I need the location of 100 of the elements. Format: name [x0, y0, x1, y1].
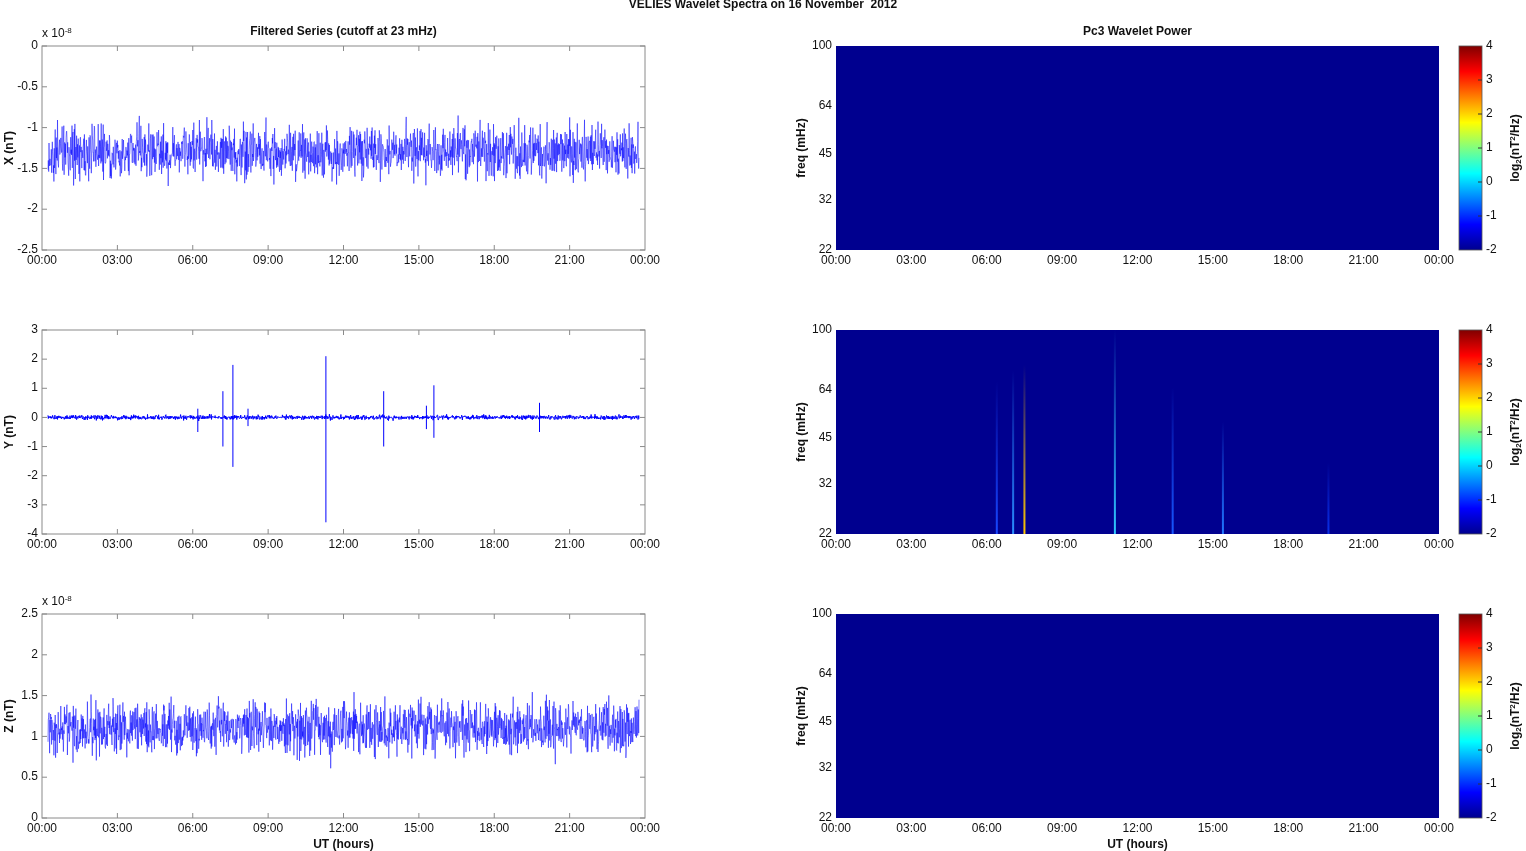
tick-label: -2 — [1486, 242, 1497, 257]
tick-label: 0 — [1486, 458, 1493, 473]
tick-label: 09:00 — [253, 253, 284, 268]
panel-title: Filtered Series (cutoff at 23 mHz) — [250, 24, 437, 39]
tick-label: 12:00 — [1122, 537, 1153, 552]
tick-label: -1.5 — [17, 160, 38, 175]
tick-label: -1 — [1486, 492, 1497, 507]
tick-label: 64 — [818, 382, 832, 397]
tick-label: -2 — [1486, 526, 1497, 541]
tick-label: 18:00 — [479, 537, 510, 552]
tick-label: 12:00 — [1122, 821, 1153, 836]
tick-label: 18:00 — [1273, 253, 1304, 268]
tick-label: 64 — [818, 98, 832, 113]
tick-label: -2 — [27, 201, 38, 216]
tick-label: 45 — [818, 429, 832, 444]
figure-title: VELIES Wavelet Spectra on 16 November 2012 — [628, 0, 898, 11]
tick-label: 2 — [1486, 390, 1493, 405]
tick-label: 00:00 — [27, 253, 57, 268]
tick-label: 0.5 — [21, 769, 38, 784]
tick-label: 06:00 — [177, 821, 208, 836]
tick-label: 32 — [818, 191, 832, 206]
tick-label: 1.5 — [21, 687, 38, 702]
tick-label: 00:00 — [630, 821, 660, 836]
tick-label: 3 — [1486, 640, 1493, 655]
axis-label: UT (hours) — [313, 837, 374, 851]
tick-label: -3 — [27, 497, 38, 512]
tick-label: 4 — [1486, 38, 1493, 53]
tick-label: 21:00 — [1348, 253, 1379, 268]
tick-label: 00:00 — [821, 537, 851, 552]
tick-label: 18:00 — [479, 253, 510, 268]
tick-label: 100 — [811, 606, 832, 621]
tick-label: 00:00 — [27, 537, 57, 552]
tick-label: 09:00 — [1047, 821, 1078, 836]
tick-label: 21:00 — [554, 253, 585, 268]
tick-label: 18:00 — [1273, 537, 1304, 552]
tick-label: 3 — [1486, 356, 1493, 371]
tick-label: 0 — [31, 38, 38, 53]
tick-label: 00:00 — [1424, 821, 1454, 836]
tick-label: 12:00 — [1122, 253, 1153, 268]
tick-label: 4 — [1486, 322, 1493, 337]
axis-label: UT (hours) — [1107, 837, 1168, 851]
tick-label: -1 — [27, 438, 38, 453]
tick-label: 45 — [818, 713, 832, 728]
tick-label: 00:00 — [630, 253, 660, 268]
tick-label: 06:00 — [971, 537, 1002, 552]
tick-label: -1 — [1486, 208, 1497, 223]
tick-label: 21:00 — [554, 821, 585, 836]
exponent-label: x 10$^{-8}$ — [42, 27, 72, 39]
tick-label: 100 — [811, 322, 832, 337]
tick-label: 12:00 — [328, 821, 359, 836]
tick-label: 09:00 — [253, 821, 284, 836]
tick-label: 2 — [1486, 674, 1493, 689]
tick-label: 0 — [1486, 174, 1493, 189]
tick-label: 3 — [1486, 72, 1493, 87]
tick-label: 18:00 — [479, 821, 510, 836]
axis-label: X (nT) — [2, 131, 17, 165]
panel-title: Pc3 Wavelet Power — [1083, 24, 1192, 39]
tick-label: 21:00 — [1348, 537, 1379, 552]
tick-label: 12:00 — [328, 253, 359, 268]
tick-label: 0 — [31, 409, 38, 424]
exponent-label: x 10$^{-8}$ — [42, 595, 72, 607]
axis-label: freq (mHz) — [794, 686, 809, 746]
tick-label: 1 — [1486, 424, 1493, 439]
tick-label: 1 — [31, 380, 38, 395]
axis-label: Z (nT) — [2, 699, 17, 733]
tick-label: 03:00 — [896, 253, 927, 268]
tick-label: 2 — [31, 646, 38, 661]
tick-label: 00:00 — [821, 821, 851, 836]
tick-label: 09:00 — [1047, 537, 1078, 552]
axis-label: freq (mHz) — [794, 402, 809, 462]
axis-label: Y (nT) — [2, 415, 17, 449]
tick-label: 15:00 — [1197, 821, 1228, 836]
tick-label: 45 — [818, 145, 832, 160]
tick-label: 06:00 — [177, 537, 208, 552]
tick-label: 4 — [1486, 606, 1493, 621]
tick-label: 21:00 — [554, 537, 585, 552]
tick-label: -1 — [27, 119, 38, 134]
tick-label: 03:00 — [102, 821, 133, 836]
tick-label: 00:00 — [1424, 253, 1454, 268]
tick-label: -1 — [1486, 776, 1497, 791]
tick-label: 21:00 — [1348, 821, 1379, 836]
tick-label: 00:00 — [821, 253, 851, 268]
tick-label: 18:00 — [1273, 821, 1304, 836]
tick-label: 09:00 — [253, 537, 284, 552]
tick-label: 00:00 — [630, 537, 660, 552]
tick-label: 3 — [31, 322, 38, 337]
tick-label: 0 — [1486, 742, 1493, 757]
tick-label: 2 — [1486, 106, 1493, 121]
tick-label: 15:00 — [1197, 253, 1228, 268]
tick-label: 06:00 — [971, 821, 1002, 836]
tick-label: 15:00 — [403, 821, 434, 836]
tick-label: 15:00 — [403, 253, 434, 268]
tick-label: 15:00 — [403, 537, 434, 552]
tick-label: 100 — [811, 38, 832, 53]
tick-label: 00:00 — [1424, 537, 1454, 552]
tick-label: 1 — [1486, 140, 1493, 155]
tick-label: 06:00 — [971, 253, 1002, 268]
tick-label: 06:00 — [177, 253, 208, 268]
tick-label: 1 — [1486, 708, 1493, 723]
axis-label: freq (mHz) — [794, 118, 809, 178]
